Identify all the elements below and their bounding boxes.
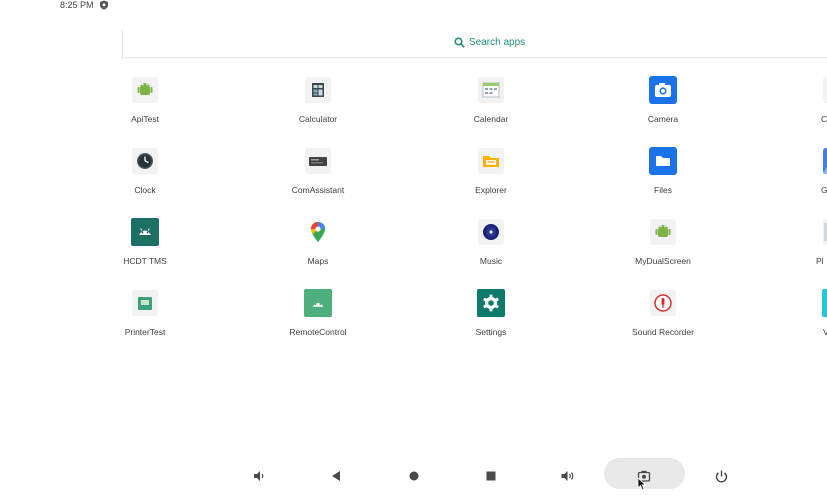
- calculator-icon: [304, 76, 332, 104]
- status-bar: 8:25 PM: [0, 0, 827, 14]
- overview-button[interactable]: [476, 463, 506, 489]
- overview-icon: [486, 471, 496, 481]
- app-label: Maps: [307, 256, 329, 266]
- app-comassistant[interactable]: ComAssistant: [263, 147, 373, 207]
- app-label: Clock: [134, 185, 156, 195]
- app-partial-pl[interactable]: Pl: [781, 218, 827, 278]
- app-label: V: [823, 327, 827, 337]
- app-label: PrinterTest: [124, 327, 166, 337]
- app-label: RemoteControl: [289, 327, 347, 337]
- music-disc-icon: [477, 218, 505, 246]
- app-camera[interactable]: Camera: [608, 76, 718, 136]
- android-head-icon: [131, 218, 159, 246]
- app-settings[interactable]: Settings: [436, 289, 546, 349]
- app-icon: [822, 76, 827, 104]
- microphone-icon: [649, 289, 677, 317]
- printer-icon: [131, 289, 159, 317]
- app-remotecontrol[interactable]: RemoteControl: [263, 289, 373, 349]
- terminal-icon: [304, 147, 332, 175]
- app-files[interactable]: Files: [608, 147, 718, 207]
- home-button[interactable]: [399, 463, 429, 489]
- files-icon: [649, 147, 677, 175]
- app-hcdt-tms[interactable]: HCDT TMS: [90, 218, 200, 278]
- shield-icon: [100, 0, 108, 10]
- app-label: ApiTest: [131, 114, 159, 124]
- app-label: Calculator: [298, 114, 338, 124]
- back-icon: [332, 471, 340, 481]
- maps-pin-icon: [304, 218, 332, 246]
- back-button[interactable]: [321, 463, 351, 489]
- android-robot-icon: [649, 218, 677, 246]
- app-label: Pl: [816, 256, 824, 266]
- power-icon: [715, 470, 727, 482]
- app-printertest[interactable]: PrinterTest: [90, 289, 200, 349]
- android-robot-icon: [131, 76, 159, 104]
- app-clock[interactable]: Clock: [90, 147, 200, 207]
- app-label: Settings: [475, 327, 507, 337]
- volume-down-button[interactable]: [244, 463, 274, 489]
- status-time: 8:25 PM: [60, 0, 94, 10]
- app-apitest[interactable]: ApiTest: [90, 76, 200, 136]
- app-label: Music: [479, 256, 503, 266]
- app-calendar[interactable]: Calendar: [436, 76, 546, 136]
- volume-down-icon: [254, 471, 264, 481]
- navigation-bar: [0, 455, 827, 495]
- app-partial-v[interactable]: V: [781, 289, 827, 349]
- app-label: HCDT TMS: [123, 256, 167, 266]
- calendar-icon: [477, 76, 505, 104]
- search-icon: [454, 37, 465, 48]
- remote-icon: [304, 289, 332, 317]
- volume-up-button[interactable]: [552, 463, 582, 489]
- mouse-cursor-icon: [637, 477, 647, 491]
- app-label: Files: [654, 185, 672, 195]
- app-label: G: [821, 185, 827, 195]
- app-label: Camera: [647, 114, 679, 124]
- home-icon: [409, 471, 419, 481]
- app-explorer[interactable]: Explorer: [436, 147, 546, 207]
- camera-icon: [649, 76, 677, 104]
- app-sound-recorder[interactable]: Sound Recorder: [608, 289, 718, 349]
- search-label: Search apps: [469, 37, 526, 48]
- app-label: C: [821, 114, 827, 124]
- app-label: MyDualScreen: [635, 256, 691, 266]
- gallery-icon: [822, 147, 827, 175]
- search-bar[interactable]: Search apps: [124, 30, 827, 58]
- app-icon: [822, 289, 827, 317]
- clock-icon: [131, 147, 159, 175]
- app-icon: [822, 218, 827, 246]
- app-label: Calendar: [473, 114, 509, 124]
- app-calculator[interactable]: Calculator: [263, 76, 373, 136]
- power-button[interactable]: [706, 463, 736, 489]
- app-partial-c[interactable]: C: [781, 76, 827, 136]
- drawer-edge: [122, 29, 123, 59]
- volume-up-icon: [561, 471, 573, 481]
- folder-icon: [477, 147, 505, 175]
- app-label: Sound Recorder: [632, 327, 694, 337]
- app-maps[interactable]: Maps: [263, 218, 373, 278]
- app-label: ComAssistant: [291, 185, 345, 195]
- app-label: Explorer: [475, 185, 507, 195]
- app-partial-g[interactable]: G: [781, 147, 827, 207]
- app-mydualscreen[interactable]: MyDualScreen: [608, 218, 718, 278]
- app-music[interactable]: Music: [436, 218, 546, 278]
- gear-icon: [477, 289, 505, 317]
